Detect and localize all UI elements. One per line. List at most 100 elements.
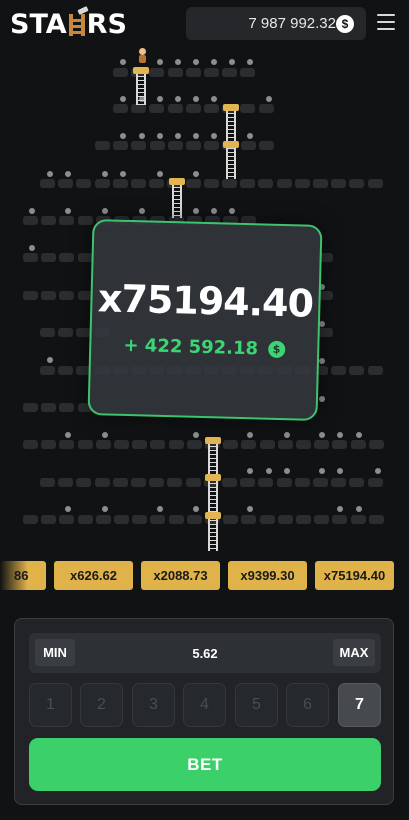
level-5-button[interactable]: 5 (235, 683, 278, 727)
stair-tile (94, 179, 110, 188)
stair-tile (223, 440, 239, 449)
stair-tile (240, 68, 256, 77)
stair-tile (149, 68, 165, 77)
stair-tile (95, 141, 110, 150)
ball-marker (193, 133, 199, 139)
stair-tile (294, 179, 310, 188)
level-6-button[interactable]: 6 (286, 683, 329, 727)
stair-tile (41, 253, 57, 262)
ball-marker (375, 468, 381, 474)
ball-marker (337, 468, 343, 474)
stair-tile (223, 515, 239, 524)
stair-tile (186, 440, 202, 449)
stair-tile (222, 179, 237, 188)
stair-tile (59, 515, 75, 524)
stair-tile (41, 291, 57, 300)
stair-tile (77, 216, 93, 225)
max-stake-button[interactable]: MAX (333, 639, 375, 666)
stair-tile (149, 478, 165, 487)
ball-marker (175, 96, 181, 102)
ball-marker (284, 432, 290, 438)
stair-tile (222, 68, 238, 77)
ball-marker (65, 432, 71, 438)
level-3-button[interactable]: 3 (132, 683, 175, 727)
ladder-cap (205, 437, 221, 444)
ball-marker (120, 96, 126, 102)
ladder-logo-icon (68, 12, 86, 36)
stair-tile (259, 515, 275, 524)
level-4-button[interactable]: 4 (183, 683, 226, 727)
ladder (136, 73, 146, 105)
stair-tile (350, 515, 366, 524)
stair-tile (77, 515, 93, 524)
ball-marker (193, 432, 199, 438)
ball-marker (175, 59, 181, 65)
stair-tile (349, 478, 365, 487)
level-7-button[interactable]: 7 (338, 683, 381, 727)
stair-tile (277, 515, 293, 524)
ball-marker (266, 468, 272, 474)
stair-tile (77, 440, 93, 449)
stair-tile (241, 515, 257, 524)
stair-tile (95, 440, 111, 449)
stair-tile (167, 104, 183, 113)
stake-selector: 5.62 MIN MAX (29, 633, 381, 673)
ball-marker (193, 208, 199, 214)
ball-marker (157, 506, 163, 512)
stair-tile (241, 440, 257, 449)
ball-marker (47, 171, 53, 177)
stair-tile (349, 366, 365, 375)
min-stake-button[interactable]: MIN (35, 639, 75, 666)
level-1-button[interactable]: 1 (29, 683, 72, 727)
stair-tile (204, 141, 220, 150)
bet-button[interactable]: BET (29, 738, 381, 791)
stair-tile (132, 515, 148, 524)
stair-tile (59, 216, 75, 225)
ball-marker (139, 133, 145, 139)
ladder-cap (133, 67, 149, 74)
ball-marker (266, 96, 272, 102)
ladder-cap (205, 474, 221, 481)
multiplier-chip: 86 (0, 561, 46, 590)
stair-tile (331, 366, 347, 375)
stair-tile (168, 515, 184, 524)
stair-tile (313, 478, 328, 487)
stair-tile (240, 141, 256, 150)
ball-marker (356, 506, 362, 512)
multiplier-chip: x75194.40 (315, 561, 394, 590)
stair-tile (40, 366, 55, 375)
stair-tile (40, 328, 55, 337)
stair-tile (131, 104, 147, 113)
ball-marker (157, 96, 163, 102)
ball-marker (247, 468, 253, 474)
ball-marker (120, 59, 126, 65)
stair-tile (186, 515, 202, 524)
hamburger-menu-icon[interactable] (377, 14, 395, 30)
stair-tile (167, 141, 183, 150)
stair-tile (59, 291, 75, 300)
ball-marker (65, 506, 71, 512)
ball-marker (247, 133, 253, 139)
stake-value[interactable]: 5.62 (29, 633, 381, 673)
header: STA RS 7 987 992.32 $ (0, 0, 409, 48)
stair-tile (114, 440, 129, 449)
ball-marker (157, 171, 163, 177)
stair-tile (94, 478, 110, 487)
ladder (172, 184, 182, 218)
stair-tile (59, 440, 75, 449)
stair-tile (23, 291, 38, 300)
stair-tile (58, 366, 74, 375)
stair-tile (313, 179, 328, 188)
ladder (208, 517, 218, 551)
stair-tile (23, 253, 38, 262)
ladder (208, 443, 218, 478)
stair-tile (41, 403, 57, 412)
stair-tile (367, 366, 383, 375)
stair-tile (131, 141, 147, 150)
stair-tile (204, 68, 219, 77)
stair-tile (368, 515, 384, 524)
level-2-button[interactable]: 2 (80, 683, 123, 727)
stair-tile (296, 440, 311, 449)
ball-marker (29, 245, 35, 251)
stair-tile (258, 179, 274, 188)
